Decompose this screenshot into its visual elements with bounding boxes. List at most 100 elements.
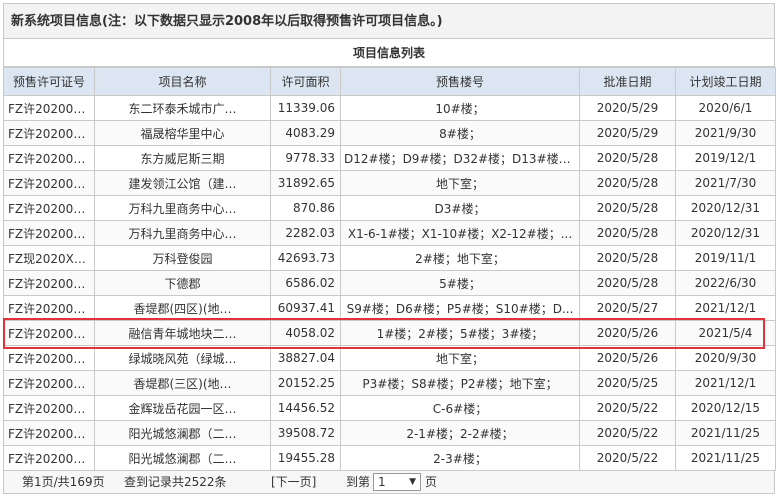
cell-area: 9778.33 — [270, 145, 341, 171]
cell-project-name: 建发领江公馆（建… — [94, 170, 271, 196]
project-name-link[interactable]: 下德郡 — [164, 277, 200, 291]
cell-permit-no: FZ许20200145 — [3, 95, 95, 121]
cell-area: 4083.29 — [270, 120, 341, 146]
cell-area: 19455.28 — [270, 445, 341, 471]
project-name-link[interactable]: 香堤郡(三区)(地… — [133, 377, 231, 391]
cell-area: 20152.25 — [270, 370, 341, 396]
cell-permit-no: FZ许20200132 — [3, 420, 95, 446]
table-row: FZ许20200132 阳光城悠澜郡（二… 39508.72 2-1#楼；2-2#楼；… — [3, 420, 776, 446]
cell-completion-date: 2021/11/25 — [675, 445, 776, 471]
project-name-link[interactable]: 建发领江公馆（建… — [128, 177, 236, 191]
cell-permit-no: FZ现2020X010 — [3, 245, 95, 271]
cell-completion-date: 2021/11/25 — [675, 420, 776, 446]
project-name-link[interactable]: 万科登俊园 — [152, 252, 212, 266]
cell-completion-date: 2020/12/31 — [675, 220, 776, 246]
cell-buildings: 2-1#楼；2-2#楼； — [340, 420, 580, 446]
cell-project-name: 东方威尼斯三期 — [94, 145, 271, 171]
cell-completion-date: 2021/12/1 — [675, 295, 776, 321]
cell-approval-date: 2020/5/22 — [579, 395, 676, 421]
table-header-row: 预售许可证号 项目名称 许可面积 预售楼号 批准日期 计划竣工日期 — [3, 67, 776, 96]
cell-project-name: 福晟榕华里中心 — [94, 120, 271, 146]
table-row: FZ许20200135 香堤郡(三区)(地… 20152.25 P3#楼；S8#楼；P… — [3, 370, 776, 396]
project-name-link[interactable]: 万科九里商务中心… — [128, 202, 236, 216]
cell-approval-date: 2020/5/26 — [579, 345, 676, 371]
cell-completion-date: 2019/11/1 — [675, 245, 776, 271]
cell-project-name: 金辉珑岳花园一区… — [94, 395, 271, 421]
table-row: FZ许20200142 建发领江公馆（建… 31892.65 地下室； 2020/5/2… — [3, 170, 776, 196]
cell-project-name: 香堤郡(三区)(地… — [94, 370, 271, 396]
record-count: 查到记录共2522条 — [124, 475, 227, 489]
project-name-link[interactable]: 融信青年城地块二… — [128, 327, 236, 341]
cell-approval-date: 2020/5/25 — [579, 370, 676, 396]
cell-project-name: 香堤郡(四区)(地… — [94, 295, 271, 321]
cell-completion-date: 2021/9/30 — [675, 120, 776, 146]
cell-permit-no: FZ许20200141 — [3, 195, 95, 221]
cell-project-name: 融信青年城地块二… — [94, 320, 271, 346]
page-select-value: 1 — [378, 475, 386, 489]
table-caption: 项目信息列表 — [3, 39, 775, 67]
page-select[interactable]: 1 ▼ — [373, 473, 421, 491]
cell-completion-date: 2021/5/4 — [675, 320, 776, 346]
cell-permit-no: FZ许20200131 — [3, 445, 95, 471]
cell-completion-date: 2021/7/30 — [675, 170, 776, 196]
project-name-link[interactable]: 东二环泰禾城市广… — [128, 102, 236, 116]
cell-buildings: 5#楼； — [340, 270, 580, 296]
cell-approval-date: 2020/5/28 — [579, 270, 676, 296]
project-name-link[interactable]: 阳光城悠澜郡（二… — [128, 452, 236, 466]
cell-permit-no: FZ许20200143 — [3, 145, 95, 171]
table-row: FZ许20200131 阳光城悠澜郡（二… 19455.28 2-3#楼； 2020/5… — [3, 445, 776, 471]
panel-title: 新系统项目信息(注：以下数据只显示2008年以后取得预售许可项目信息。) — [3, 3, 775, 39]
cell-approval-date: 2020/5/22 — [579, 420, 676, 446]
table-row: FZ许20200138 香堤郡(四区)(地… 60937.41 S9#楼；D6#楼；P… — [3, 295, 776, 321]
cell-project-name: 绿城晓风苑（绿城… — [94, 345, 271, 371]
cell-completion-date: 2020/6/1 — [675, 95, 776, 121]
cell-approval-date: 2020/5/28 — [579, 220, 676, 246]
cell-permit-no: FZ许20200136 — [3, 345, 95, 371]
project-name-link[interactable]: 阳光城悠澜郡（二… — [128, 427, 236, 441]
cell-area: 2282.03 — [270, 220, 341, 246]
project-name-link[interactable]: 香堤郡(四区)(地… — [133, 302, 231, 316]
cell-project-name: 阳光城悠澜郡（二… — [94, 420, 271, 446]
project-name-link[interactable]: 东方威尼斯三期 — [140, 152, 224, 166]
cell-completion-date: 2020/12/31 — [675, 195, 776, 221]
cell-buildings: C-6#楼； — [340, 395, 580, 421]
column-header-area: 许可面积 — [270, 67, 341, 96]
table-row: FZ许20200137 融信青年城地块二… 4058.02 1#楼；2#楼；5#楼；3… — [3, 320, 776, 346]
cell-project-name: 万科九里商务中心… — [94, 220, 271, 246]
cell-buildings: 地下室； — [340, 170, 580, 196]
cell-approval-date: 2020/5/28 — [579, 195, 676, 221]
project-name-link[interactable]: 绿城晓风苑（绿城… — [128, 352, 236, 366]
cell-completion-date: 2020/12/15 — [675, 395, 776, 421]
cell-project-name: 东二环泰禾城市广… — [94, 95, 271, 121]
cell-buildings: X1-6-1#楼；X1-10#楼；X2-12#楼；... — [340, 220, 580, 246]
cell-buildings: 1#楼；2#楼；5#楼；3#楼； — [340, 320, 580, 346]
cell-approval-date: 2020/5/28 — [579, 170, 676, 196]
cell-area: 38827.04 — [270, 345, 341, 371]
cell-permit-no: FZ许20200140 — [3, 220, 95, 246]
cell-completion-date: 2019/12/1 — [675, 145, 776, 171]
cell-buildings: S9#楼；D6#楼；P5#楼；S10#楼；D... — [340, 295, 580, 321]
column-header-completion-date: 计划竣工日期 — [675, 67, 776, 96]
cell-approval-date: 2020/5/22 — [579, 445, 676, 471]
cell-buildings: D12#楼；D9#楼；D32#楼；D13#楼；... — [340, 145, 580, 171]
table-row: FZ许20200140 万科九里商务中心… 2282.03 X1-6-1#楼；X1-1… — [3, 220, 776, 246]
next-page-link[interactable]: [下一页] — [271, 471, 316, 494]
project-name-link[interactable]: 福晟榕华里中心 — [140, 127, 224, 141]
cell-project-name: 阳光城悠澜郡（二… — [94, 445, 271, 471]
cell-area: 870.86 — [270, 195, 341, 221]
cell-buildings: 地下室； — [340, 345, 580, 371]
cell-completion-date: 2020/9/30 — [675, 345, 776, 371]
cell-area: 39508.72 — [270, 420, 341, 446]
cell-permit-no: FZ许20200144 — [3, 120, 95, 146]
project-name-link[interactable]: 万科九里商务中心… — [128, 227, 236, 241]
table-row: FZ许20200136 绿城晓风苑（绿城… 38827.04 地下室； 2020/5/2… — [3, 345, 776, 371]
cell-area: 14456.52 — [270, 395, 341, 421]
goto-label: 到第 — [346, 475, 371, 489]
cell-buildings: 10#楼； — [340, 95, 580, 121]
cell-permit-no: FZ许20200142 — [3, 170, 95, 196]
table-row: FZ许20200143 东方威尼斯三期 9778.33 D12#楼；D9#楼；D32#… — [3, 145, 776, 171]
column-header-buildings: 预售楼号 — [340, 67, 580, 96]
chevron-down-icon: ▼ — [409, 477, 416, 487]
cell-approval-date: 2020/5/29 — [579, 120, 676, 146]
project-name-link[interactable]: 金辉珑岳花园一区… — [128, 402, 236, 416]
